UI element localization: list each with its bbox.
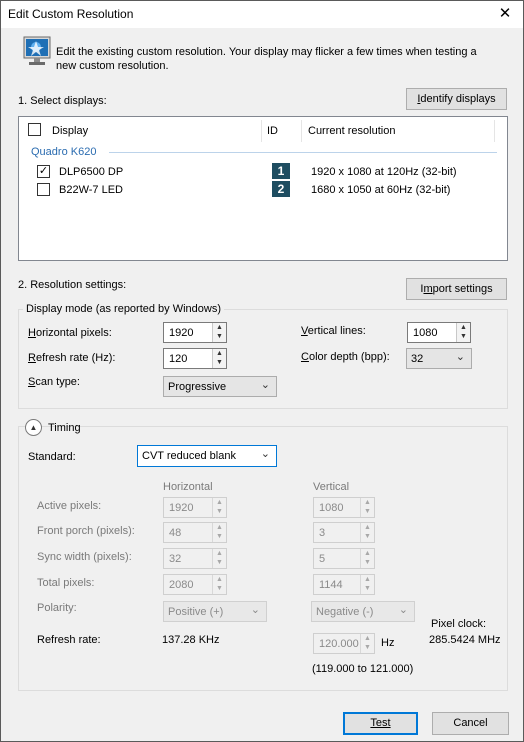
display-resolution: 1680 x 1050 at 60Hz (32-bit)	[311, 184, 451, 196]
import-settings-button[interactable]: Import settings	[406, 278, 507, 300]
intro-text-line1: Edit the existing custom resolution. You…	[56, 46, 477, 58]
window-title: Edit Custom Resolution	[8, 7, 134, 21]
sync-width-vertical-spinner: 5 ▲ ▼	[313, 548, 375, 569]
spin-down-icon: ▼	[216, 533, 223, 540]
spin-up-icon: ▲	[216, 576, 223, 583]
identify-displays-button[interactable]: Identify displays	[406, 88, 507, 110]
spin-down-icon: ▼	[364, 559, 371, 566]
spin-up-icon[interactable]: ▲	[213, 323, 226, 332]
refresh-rate-label: Refresh rate (Hz):	[28, 352, 116, 364]
sync-width-label: Sync width (pixels):	[37, 551, 132, 563]
chevron-down-icon: ⌄	[260, 448, 270, 460]
spin-down-icon[interactable]: ▼	[457, 332, 470, 341]
chevron-down-icon: ⌄	[455, 351, 465, 363]
spin-down-icon: ▼	[364, 508, 371, 515]
display-id-badge: 2	[272, 181, 290, 197]
spin-down-icon: ▼	[216, 559, 223, 566]
chevron-down-icon: ⌄	[398, 604, 408, 616]
spin-down-icon[interactable]: ▼	[213, 358, 226, 367]
horizontal-polarity-dropdown: Positive (+) ⌄	[163, 601, 267, 622]
select-all-checkbox[interactable]	[28, 123, 41, 136]
total-pixels-label: Total pixels:	[37, 577, 95, 589]
standard-label: Standard:	[28, 451, 76, 463]
spin-up-icon: ▲	[364, 576, 371, 583]
column-divider	[494, 120, 495, 142]
spin-up-icon: ▲	[216, 524, 223, 531]
gpu-group-label: Quadro K620	[31, 146, 97, 158]
column-id[interactable]: ID	[267, 125, 278, 137]
spin-down-icon[interactable]: ▼	[213, 332, 226, 341]
timing-label: Timing	[48, 422, 81, 434]
cancel-button[interactable]: Cancel	[432, 712, 509, 735]
active-pixels-vertical-spinner: 1080 ▲ ▼	[313, 497, 375, 518]
resolution-settings-heading: 2. Resolution settings:	[18, 279, 127, 291]
display-name[interactable]: DLP6500 DP	[59, 166, 123, 178]
spin-up-icon[interactable]: ▲	[213, 349, 226, 358]
spin-up-icon: ▲	[364, 635, 371, 642]
vertical-lines-spinner[interactable]: 1080 ▲ ▼	[407, 322, 471, 343]
spin-down-icon: ▼	[364, 585, 371, 592]
group-separator	[109, 152, 497, 153]
display-checkbox[interactable]: ✓	[37, 165, 50, 178]
timing-collapse-icon[interactable]: ▲	[25, 419, 42, 436]
active-pixels-label: Active pixels:	[37, 500, 102, 512]
spin-up-icon: ▲	[364, 524, 371, 531]
column-divider	[261, 120, 262, 142]
test-button[interactable]: Test	[343, 712, 418, 735]
pixel-clock-value: 285.5424 MHz	[429, 634, 501, 646]
chevron-down-icon: ⌄	[260, 379, 270, 391]
scan-type-dropdown[interactable]: Progressive ⌄	[163, 376, 277, 397]
spin-up-icon: ▲	[216, 499, 223, 506]
polarity-label: Polarity:	[37, 602, 77, 614]
pixel-clock-label: Pixel clock:	[431, 618, 487, 630]
spin-down-icon: ▼	[216, 585, 223, 592]
vertical-polarity-dropdown: Negative (-) ⌄	[311, 601, 415, 622]
column-current-resolution[interactable]: Current resolution	[308, 125, 395, 137]
intro-text-line2: new custom resolution.	[56, 60, 169, 72]
refresh-range: (119.000 to 121.000)	[312, 663, 414, 675]
sync-width-horizontal-spinner: 32 ▲ ▼	[163, 548, 227, 569]
spin-up-icon: ▲	[364, 499, 371, 506]
scan-type-label: Scan type:	[28, 376, 80, 388]
horizontal-pixels-label: Horizontal pixels:	[28, 327, 112, 339]
chevron-down-icon: ⌄	[250, 604, 260, 616]
close-icon[interactable]: ✕	[495, 4, 515, 24]
display-checkbox[interactable]	[37, 183, 50, 196]
column-display[interactable]: Display	[52, 125, 88, 137]
timing-refresh-rate-label: Refresh rate:	[37, 634, 101, 646]
display-mode-legend: Display mode (as reported by Windows)	[23, 303, 225, 315]
display-name[interactable]: B22W-7 LED	[59, 184, 123, 196]
front-porch-vertical-spinner: 3 ▲ ▼	[313, 522, 375, 543]
color-depth-dropdown[interactable]: 32 ⌄	[406, 348, 472, 369]
horizontal-refresh-value: 137.28 KHz	[162, 634, 220, 646]
spin-up-icon: ▲	[364, 550, 371, 557]
column-divider	[301, 120, 302, 142]
title-bar: Edit Custom Resolution ✕	[1, 1, 523, 28]
vertical-column-header: Vertical	[313, 481, 350, 493]
front-porch-label: Front porch (pixels):	[37, 525, 135, 537]
vertical-lines-label: Vertical lines:	[301, 325, 366, 337]
standard-dropdown[interactable]: CVT reduced blank ⌄	[137, 445, 277, 467]
edit-custom-resolution-dialog: Edit Custom Resolution ✕ Edit the existi…	[0, 0, 524, 742]
spin-up-icon[interactable]: ▲	[457, 323, 470, 332]
spin-down-icon: ▼	[216, 508, 223, 515]
select-displays-heading: 1. Select displays:	[18, 95, 107, 107]
vertical-refresh-spinner: 120.000 ▲ ▼	[313, 633, 375, 654]
refresh-rate-spinner[interactable]: 120 ▲ ▼	[163, 348, 227, 369]
color-depth-label: Color depth (bpp):	[301, 351, 390, 363]
total-pixels-vertical-spinner: 1144 ▲ ▼	[313, 574, 375, 595]
front-porch-horizontal-spinner: 48 ▲ ▼	[163, 522, 227, 543]
monitor-icon	[23, 36, 51, 68]
display-id-badge: 1	[272, 163, 290, 179]
spin-up-icon: ▲	[216, 550, 223, 557]
displays-list[interactable]: Display ID Current resolution Quadro K62…	[18, 116, 508, 261]
spin-down-icon: ▼	[364, 644, 371, 651]
refresh-unit: Hz	[381, 637, 395, 649]
total-pixels-horizontal-spinner: 2080 ▲ ▼	[163, 574, 227, 595]
display-resolution: 1920 x 1080 at 120Hz (32-bit)	[311, 166, 457, 178]
horizontal-column-header: Horizontal	[163, 481, 213, 493]
spin-down-icon: ▼	[364, 533, 371, 540]
horizontal-pixels-spinner[interactable]: 1920 ▲ ▼	[163, 322, 227, 343]
active-pixels-horizontal-spinner: 1920 ▲ ▼	[163, 497, 227, 518]
